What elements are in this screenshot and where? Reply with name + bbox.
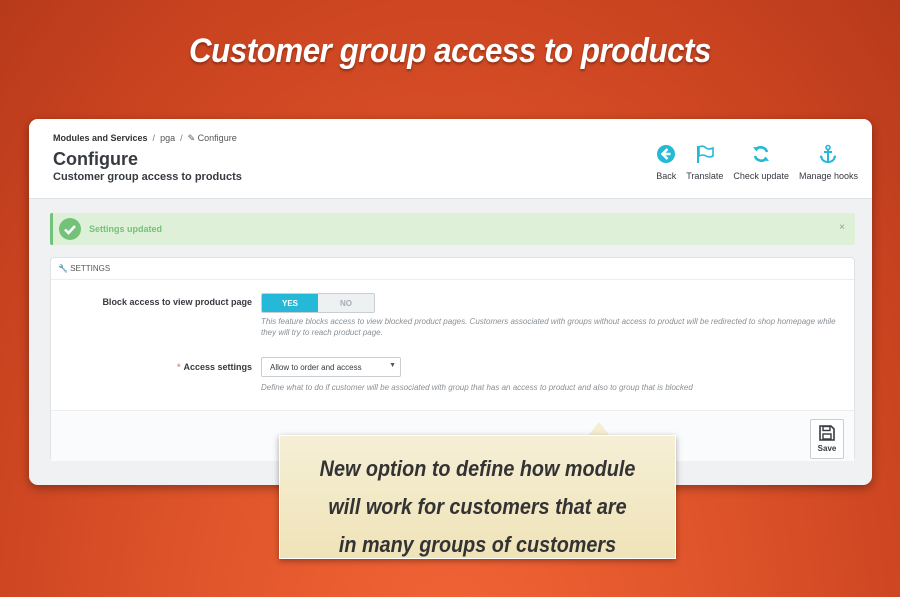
headline: Customer group access to products [189,32,711,70]
settings-panel: 🔧 SETTINGS Block access to view product … [50,257,855,461]
block-access-help: This feature blocks access to view block… [261,317,836,337]
toolbar: Back Translate Check update Manage hooks [656,144,858,181]
translate-label: Translate [686,171,724,181]
panel-heading: 🔧 SETTINGS [51,258,854,280]
block-access-label: Block access to view product page [102,297,252,307]
callout-box: New option to define how module will wor… [279,435,676,559]
manage-hooks-button[interactable]: Manage hooks [799,144,858,181]
access-settings-select[interactable]: Allow to order and access ▼ [261,357,401,377]
anchor-icon [819,144,837,164]
check-update-button[interactable]: Check update [733,144,789,181]
wrench-icon: 🔧 [58,264,68,273]
access-settings-label: Access settings [183,362,252,372]
back-arrow-icon [657,145,676,163]
wrench-icon: ✎ [187,133,196,143]
chevron-down-icon: ▼ [389,362,396,369]
check-update-label: Check update [733,171,789,181]
translate-button[interactable]: Translate [686,144,723,181]
breadcrumb-module[interactable]: pga [160,133,175,143]
callout-text: New option to define how module will wor… [300,450,656,564]
save-button[interactable]: Save [810,419,844,459]
access-settings-value: Allow to order and access [270,363,362,372]
required-mark: * [176,362,181,372]
block-access-toggle[interactable]: YES NO [261,293,375,313]
callout-line: will work for customers that are [328,494,627,519]
toggle-no[interactable]: NO [318,294,374,312]
access-settings-label-wrap: * Access settings [177,362,252,372]
access-settings-help: Define what to do if customer will be as… [261,383,693,392]
callout-pointer [588,422,610,436]
refresh-icon [753,146,770,162]
save-label: Save [817,444,837,453]
success-alert: Settings updated × [50,213,855,245]
back-label: Back [656,171,677,181]
callout-line: in many groups of customers [338,532,617,557]
panel-heading-label: SETTINGS [70,264,111,273]
breadcrumb-current: Configure [197,133,237,143]
page-title: Configure [53,149,138,169]
manage-hooks-label: Manage hooks [798,171,858,181]
breadcrumb-root[interactable]: Modules and Services [53,133,148,143]
back-button[interactable]: Back [656,144,676,181]
breadcrumb: Modules and Services / pga / ✎ Configure [53,133,237,143]
check-circle-icon [59,218,81,240]
admin-window: Modules and Services / pga / ✎ Configure Con… [29,119,872,485]
toggle-yes[interactable]: YES [262,294,318,312]
page-header: Modules and Services / pga / ✎ Configure Con… [29,119,872,199]
floppy-disk-icon [819,425,835,441]
alert-message: Settings updated [89,224,163,234]
close-icon[interactable]: × [839,222,845,233]
flag-icon [696,145,714,163]
page-subtitle: Customer group access to products [53,171,242,183]
callout-line: New option to define how module [319,456,636,481]
